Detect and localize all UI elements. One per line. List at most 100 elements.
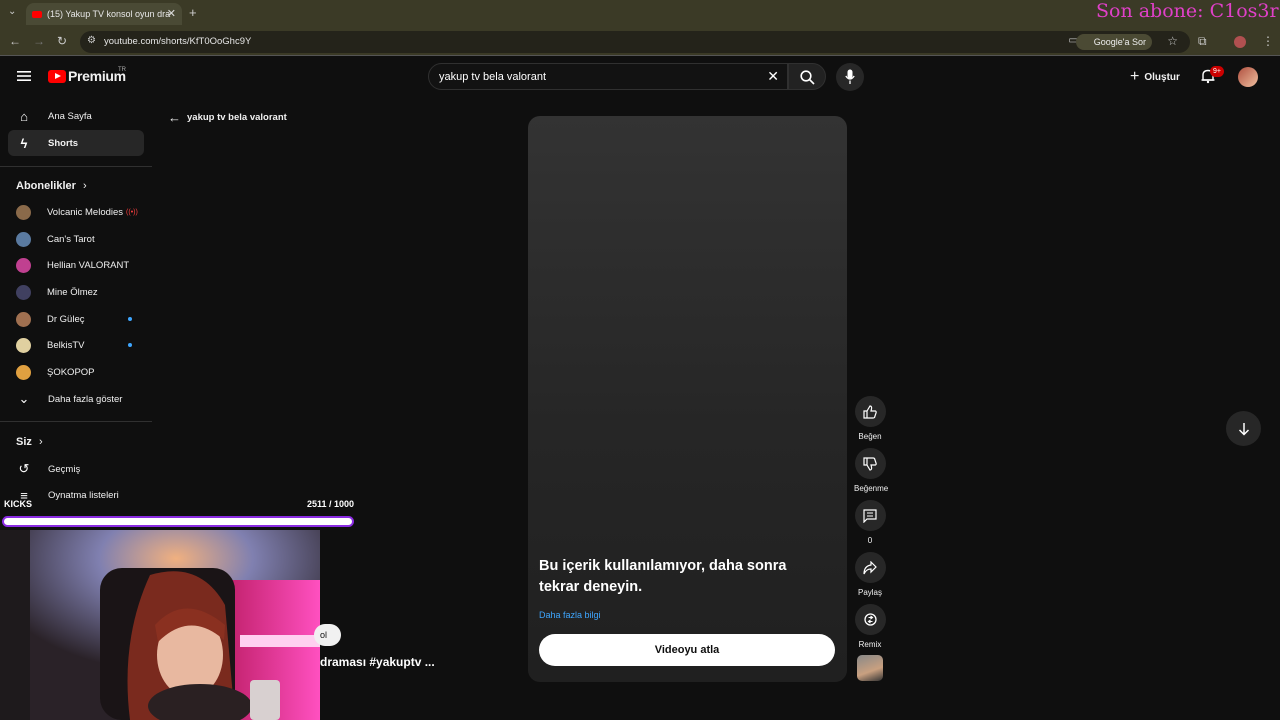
tab-list-icon[interactable]: ⌄ (8, 6, 16, 17)
share-action[interactable]: Paylaş (854, 552, 886, 597)
sidebar-item-shorts[interactable]: ϟ Shorts (8, 130, 144, 156)
sidebar-item-label: Ana Sayfa (48, 110, 92, 122)
thumbs-down-icon (863, 456, 877, 471)
search-input[interactable]: yakup tv bela valorant ✕ (428, 63, 788, 90)
sidebar-item-history[interactable]: ↺ Geçmiş (8, 456, 144, 482)
like-action[interactable]: Beğen (854, 396, 886, 441)
kicks-progress-bar (2, 516, 354, 527)
address-bar[interactable]: ⚙ youtube.com/shorts/KfT0OoGhc9Y ▭ Googl… (80, 31, 1190, 53)
comment-icon (863, 508, 877, 523)
subscriptions-title: Abonelikler (16, 180, 76, 192)
thumbs-up-icon (863, 404, 877, 419)
sidebar-subscription[interactable]: Can's Tarot (8, 226, 144, 252)
channel-name: Dr Güleç (47, 313, 85, 325)
share-button[interactable] (854, 552, 886, 583)
dislike-action[interactable]: Beğenme (854, 448, 888, 493)
create-button[interactable]: + Oluştur (1130, 68, 1180, 86)
new-tab-icon[interactable]: + (189, 5, 197, 20)
microphone-icon (845, 69, 855, 84)
stream-last-subscriber: Son abone: C1os3r (1096, 0, 1279, 22)
browser-menu-icon[interactable]: ⋮ (1262, 34, 1274, 48)
create-label: Oluştur (1144, 71, 1180, 83)
google-sor-button[interactable]: Google'a Sor (1075, 34, 1152, 50)
new-content-dot (128, 343, 132, 347)
channel-name: Mine Ölmez (47, 286, 98, 298)
youtube-premium-logo[interactable]: Premium (48, 68, 126, 84)
comments-count: 0 (867, 536, 873, 545)
back-to-search-link[interactable]: ← yakup tv bela valorant (168, 110, 287, 125)
dislike-button[interactable] (854, 448, 886, 479)
extensions-icon[interactable]: ⧉ (1198, 34, 1207, 49)
sidebar-subscription[interactable]: Dr Güleç (8, 306, 144, 332)
channel-name: Can's Tarot (47, 233, 95, 245)
sidebar-divider (0, 421, 152, 422)
show-more-button[interactable]: ⌄ Daha fazla göster (8, 386, 144, 412)
url-text: youtube.com/shorts/KfT0OoGhc9Y (104, 36, 252, 47)
notification-badge: 9+ (1210, 66, 1224, 77)
channel-name: BelkisTV (47, 339, 85, 351)
arrow-left-icon: ← (168, 110, 181, 125)
account-avatar[interactable] (1238, 67, 1258, 87)
site-info-icon[interactable]: ⚙ (87, 35, 96, 46)
sidebar-subscription[interactable]: ŞOKOPOP (8, 359, 144, 385)
remix-action[interactable]: Remix (854, 604, 886, 649)
channel-thumbnail[interactable] (857, 655, 883, 681)
channel-avatar (16, 364, 31, 380)
hamburger-menu-icon[interactable] (17, 70, 31, 82)
remix-button[interactable] (854, 604, 886, 635)
channel-name: ŞOKOPOP (47, 366, 95, 378)
google-sor-label: Google'a Sor (1093, 37, 1146, 47)
sidebar-subscription[interactable]: BelkisTV (8, 332, 144, 358)
sidebar-subscription[interactable]: Volcanic Melodies ((•)) (8, 199, 144, 225)
comments-action[interactable]: 0 (854, 500, 886, 545)
sidebar-item-label: Geçmiş (48, 463, 81, 475)
youtube-favicon-icon (32, 10, 42, 18)
search-button[interactable] (788, 63, 826, 90)
forward-icon[interactable]: → (33, 34, 45, 48)
browser-toolbar: ← → ↻ ⚙ youtube.com/shorts/KfT0OoGhc9Y ▭… (0, 28, 1280, 56)
chevron-down-icon: ⌄ (18, 391, 30, 406)
next-short-button[interactable] (1226, 411, 1261, 446)
like-button[interactable] (854, 396, 886, 427)
sidebar-subscription[interactable]: Mine Ölmez (8, 279, 144, 305)
browser-tab[interactable]: (15) Yakup TV konsol oyun dra ✕ (26, 3, 182, 25)
like-label: Beğen (858, 432, 882, 441)
voice-search-button[interactable] (836, 63, 864, 91)
shorts-player[interactable]: Bu içerik kullanılamıyor, daha sonra tek… (528, 116, 847, 682)
share-label: Paylaş (857, 588, 882, 597)
webcam-feed (0, 530, 320, 720)
search-value: yakup tv bela valorant (439, 71, 547, 83)
channel-avatar (16, 337, 31, 353)
learn-more-link[interactable]: Daha fazla bilgi (539, 610, 601, 620)
skip-video-button[interactable]: Videoyu atla (539, 634, 835, 666)
reload-icon[interactable]: ↻ (57, 34, 67, 48)
back-icon[interactable]: ← (9, 34, 21, 48)
comments-button[interactable] (854, 500, 886, 531)
tab-title: (15) Yakup TV konsol oyun dra (47, 9, 171, 19)
remix-icon (863, 613, 877, 626)
clear-search-icon[interactable]: ✕ (767, 68, 779, 85)
kicks-label: KICKS (4, 499, 33, 509)
you-heading[interactable]: Siz › (16, 436, 43, 448)
youtube-play-icon (48, 69, 66, 83)
history-icon: ↺ (18, 461, 30, 476)
you-title: Siz (16, 436, 32, 448)
streamer-webcam-image (0, 530, 320, 720)
sidebar-item-home[interactable]: ⌂ Ana Sayfa (8, 103, 144, 129)
channel-avatar (16, 231, 31, 247)
browser-tab-bar: ⌄ (15) Yakup TV konsol oyun dra ✕ + (0, 0, 1280, 28)
profile-avatar[interactable] (1234, 36, 1246, 48)
channel-name: Volcanic Melodies (47, 206, 124, 218)
sound-pill[interactable]: ol (314, 624, 341, 646)
chevron-right-icon: › (38, 436, 43, 448)
sidebar-subscription[interactable]: Hellian VALORANT (8, 252, 144, 278)
bookmark-star-icon[interactable]: ☆ (1167, 34, 1178, 48)
tab-close-icon[interactable]: ✕ (167, 7, 176, 20)
home-icon: ⌂ (20, 108, 28, 124)
logo-region: TR (118, 67, 126, 73)
remix-label: Remix (858, 640, 882, 649)
new-content-dot (128, 317, 132, 321)
back-label: yakup tv bela valorant (187, 112, 287, 123)
video-title-partial[interactable]: draması #yakuptv ... (320, 655, 435, 669)
subscriptions-heading[interactable]: Abonelikler › (16, 180, 87, 192)
